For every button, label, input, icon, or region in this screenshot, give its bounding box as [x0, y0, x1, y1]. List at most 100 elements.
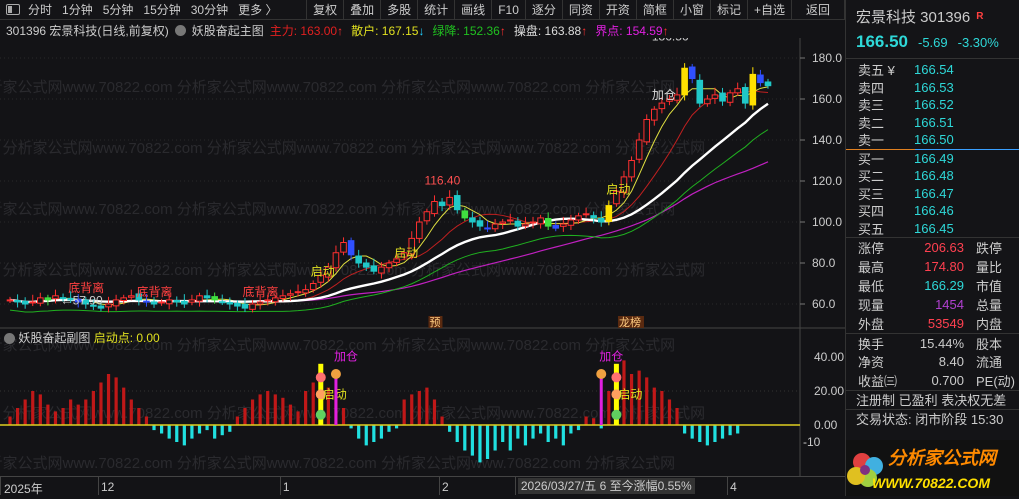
histogram-bar: [137, 408, 141, 425]
histogram-bar: [228, 425, 232, 432]
indicator-value: 散户: 167.15: [351, 23, 419, 38]
stat-label: 内盘: [976, 317, 1003, 332]
histogram-bar: [304, 391, 308, 425]
indicator-dropdown-icon[interactable]: [174, 24, 186, 36]
orderbook-label: 买三: [858, 186, 885, 202]
toolbar-button[interactable]: +自选: [746, 0, 791, 20]
histogram-bar: [122, 387, 126, 425]
histogram-bar: [584, 416, 588, 425]
histogram-bar: [84, 399, 88, 425]
price-tick-label: 160.0: [812, 92, 842, 106]
toolbar-button[interactable]: 多股: [380, 0, 417, 20]
watermark-text: com 分析家公式网www.70822.com 分析家公式网www.70822.…: [0, 201, 675, 218]
candle: [643, 119, 651, 143]
histogram-bar: [554, 425, 558, 439]
stat-row: 外盘 53549 内盘: [846, 314, 1019, 333]
indicator-value: 操盘: 163.88: [513, 23, 582, 38]
chart-annotation: ←57.90: [61, 293, 103, 307]
watermark-text: com 分析家公式网www.70822.com 分析家公式网www.70822.…: [0, 405, 705, 422]
toolbar-button[interactable]: F10: [491, 0, 525, 20]
candle: [347, 240, 355, 256]
orderbook-row[interactable]: 卖三 166.52: [846, 96, 1019, 114]
quote-panel: 宏景科技 301396 R 166.50 -5.69 -3.30% 卖五 ¥ 166.5…: [845, 0, 1019, 496]
toolbar-button[interactable]: 叠加: [343, 0, 380, 20]
period-tab[interactable]: 30分钟: [191, 3, 228, 17]
histogram-bar: [273, 394, 277, 425]
period-tab[interactable]: 分时: [28, 3, 52, 17]
chart-annotation: 加仓: [652, 88, 676, 102]
stat-value: 53549: [927, 316, 964, 331]
sub-indicator-name[interactable]: 妖股奋起副图: [18, 331, 90, 345]
kline-chart[interactable]: com 分析家公式网www.70822.com 分析家公式网www.70822.…: [0, 38, 845, 476]
toolbar-button[interactable]: 画线: [454, 0, 491, 20]
histogram-bar: [728, 425, 732, 436]
sub-tick-label: -10: [803, 435, 821, 449]
ma-line-magenta: [9, 161, 769, 303]
orderbook-row[interactable]: 买三 166.47: [846, 185, 1019, 203]
toolbar-button[interactable]: 简框: [635, 0, 673, 20]
indicator-name[interactable]: 妖股奋起主图: [192, 22, 264, 39]
orderbook-price: 166.49: [914, 150, 954, 166]
period-tab[interactable]: 更多 〉: [238, 3, 277, 17]
indicator-dropdown-icon[interactable]: [4, 333, 15, 345]
orderbook-row[interactable]: 买二 166.48: [846, 167, 1019, 185]
histogram-bar: [652, 387, 656, 425]
orderbook-price: 166.50: [914, 132, 954, 148]
price-tick-label: 140.0: [812, 133, 842, 147]
histogram-bar: [296, 411, 300, 425]
histogram-bar: [175, 425, 179, 442]
date-axis-label: 2026/03/27/五 6 至今涨幅0.55%: [517, 478, 695, 494]
candle: [416, 221, 423, 239]
toolbar-button[interactable]: 开资: [598, 0, 636, 20]
candle: [181, 300, 188, 305]
margin-badge: R: [976, 10, 984, 22]
histogram-bar: [417, 391, 421, 425]
histogram-bar: [569, 425, 573, 434]
toolbar-button[interactable]: 同资: [561, 0, 599, 20]
orderbook-row[interactable]: 买五 166.45: [846, 220, 1019, 238]
period-tab[interactable]: 15分钟: [143, 3, 180, 17]
candle: [522, 223, 529, 227]
stat-value: 1454: [935, 297, 964, 312]
candle: [143, 300, 150, 303]
toolbar-button[interactable]: 统计: [417, 0, 454, 20]
candle: [14, 300, 21, 303]
orderbook-price: 166.51: [914, 114, 954, 130]
candle: [749, 73, 757, 106]
candle: [120, 297, 128, 302]
candle: [506, 219, 514, 222]
orderbook-row[interactable]: 买四 166.46: [846, 202, 1019, 220]
toolbar-button[interactable]: 逐分: [524, 0, 562, 20]
candle: [734, 88, 741, 94]
orderbook-label: 卖一: [858, 133, 885, 149]
stat-label: 外盘: [858, 317, 885, 332]
histogram-bar: [190, 425, 194, 439]
toolbar-button[interactable]: 标记: [709, 0, 747, 20]
orderbook-row[interactable]: 卖五 ¥ 166.54: [846, 61, 1019, 79]
money-bag-icon: [596, 369, 607, 379]
histogram-bar: [15, 408, 20, 425]
histogram-bar: [129, 399, 133, 425]
toolbar-button[interactable]: 复权: [306, 0, 343, 20]
chart-annotation: 186.56: [652, 38, 689, 44]
period-tab[interactable]: 5分钟: [103, 3, 134, 17]
stat-row: 最高 174.80 量比: [846, 257, 1019, 276]
trend-arrow-icon: ↓: [418, 23, 425, 38]
histogram-bar: [607, 391, 611, 425]
period-tab[interactable]: 1分钟: [62, 3, 93, 17]
orderbook-row[interactable]: 卖二 166.51: [846, 114, 1019, 132]
orderbook-row[interactable]: 卖四 166.53: [846, 79, 1019, 97]
candle: [446, 196, 453, 206]
orderbook-row[interactable]: 买一 166.49: [846, 150, 1019, 168]
toolbar-button[interactable]: 返回: [790, 0, 845, 20]
candle: [719, 92, 726, 102]
candle: [582, 213, 590, 216]
histogram-bar: [288, 404, 293, 425]
histogram-bar: [152, 425, 156, 431]
candle: [37, 297, 44, 304]
histogram-bar: [478, 425, 482, 463]
orderbook-row[interactable]: 卖一 166.50: [846, 131, 1019, 149]
panel-toggle-icon[interactable]: [6, 4, 20, 15]
toolbar-button[interactable]: 小窗: [672, 0, 710, 20]
histogram-bar: [106, 374, 111, 425]
